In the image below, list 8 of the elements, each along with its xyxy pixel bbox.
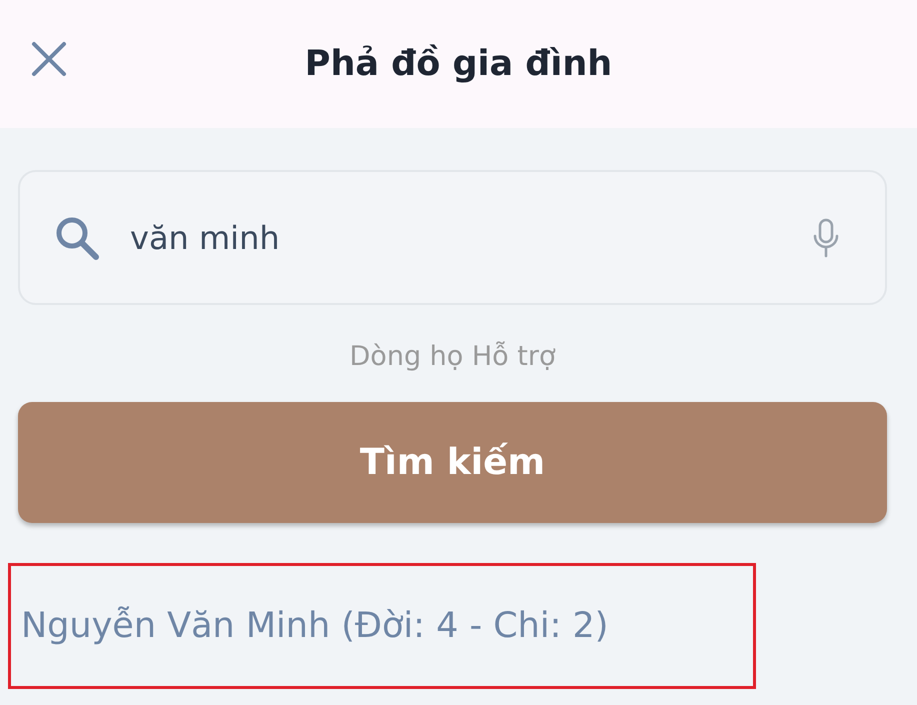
search-field[interactable]: văn minh: [18, 170, 887, 305]
close-icon[interactable]: [31, 41, 67, 77]
microphone-icon[interactable]: [813, 218, 839, 258]
search-icon: [54, 214, 100, 260]
search-button[interactable]: Tìm kiếm: [18, 402, 887, 523]
window-title: Phả đồ gia đình: [304, 44, 612, 84]
hint-text: Dòng họ Hỗ trợ: [350, 341, 556, 372]
search-result[interactable]: Nguyễn Văn Minh (Đời: 4 - Chi: 2): [8, 563, 756, 689]
